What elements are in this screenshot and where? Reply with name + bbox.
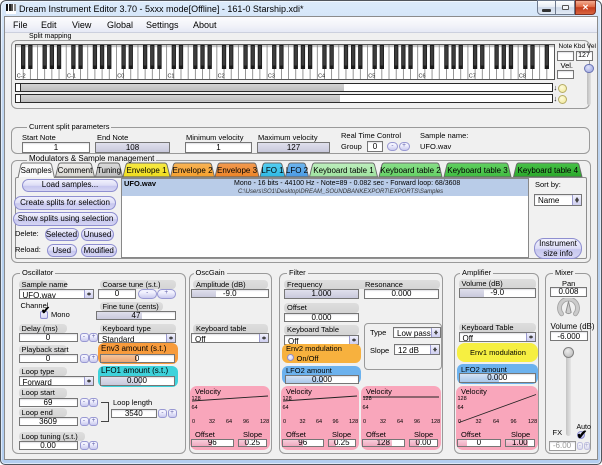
svg-text:C8: C8 [519,73,526,79]
svg-text:Samples: Samples [21,166,52,175]
svg-text:C3: C3 [268,73,275,79]
svg-text:Comment: Comment [58,166,93,175]
svg-text:C-2: C-2 [17,73,26,79]
svg-text:Keyboard table 4: Keyboard table 4 [518,166,579,175]
svg-text:LFO 1: LFO 1 [261,166,284,175]
svg-text:C2: C2 [218,73,225,79]
svg-text:Envelope 1: Envelope 1 [126,166,167,175]
svg-text:Envelope 3: Envelope 3 [217,166,258,175]
svg-text:C1: C1 [167,73,174,79]
svg-text:C6: C6 [419,73,426,79]
svg-text:Keyboard table 1: Keyboard table 1 [313,166,374,175]
svg-text:C7: C7 [469,73,476,79]
svg-text:LFO 2: LFO 2 [286,166,309,175]
svg-text:C0: C0 [117,73,124,79]
svg-text:Envelope 2: Envelope 2 [172,166,213,175]
svg-text:C-1: C-1 [67,73,76,79]
svg-text:Keyboard table 3: Keyboard table 3 [447,166,508,175]
svg-text:C4: C4 [318,73,325,79]
svg-text:Tuning: Tuning [97,166,121,175]
svg-text:C5: C5 [368,73,375,79]
svg-text:Keyboard table 2: Keyboard table 2 [380,166,441,175]
